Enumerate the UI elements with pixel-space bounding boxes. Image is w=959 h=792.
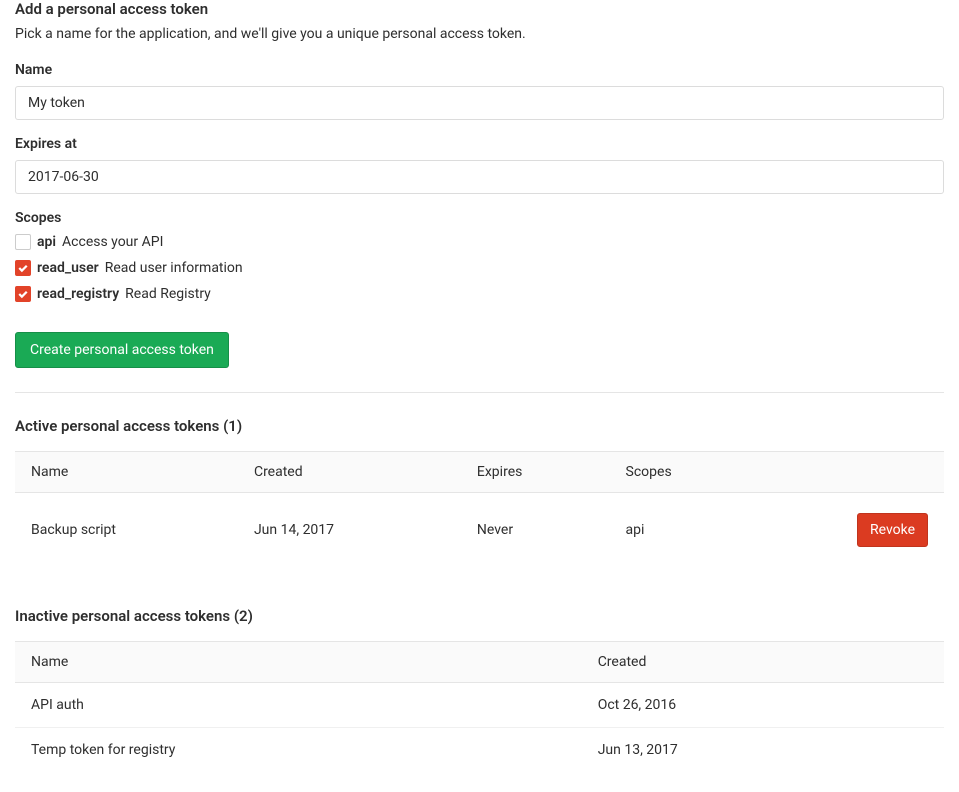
cell-name: API auth: [15, 683, 582, 728]
scope-name: read_registry: [37, 286, 119, 302]
scope-desc: Read Registry: [125, 286, 211, 302]
expires-input[interactable]: [15, 160, 944, 194]
scopes-label: Scopes: [15, 210, 944, 226]
cell-name: Backup script: [15, 493, 238, 568]
scope-desc: Access your API: [62, 234, 163, 250]
checkbox-api[interactable]: [15, 234, 31, 250]
name-input[interactable]: [15, 86, 944, 120]
form-description: Pick a name for the application, and we'…: [15, 26, 944, 42]
col-name: Name: [15, 452, 238, 493]
cell-actions: Revoke: [832, 493, 944, 568]
cell-expires: Never: [461, 493, 610, 568]
col-scopes: Scopes: [610, 452, 833, 493]
revoke-button[interactable]: Revoke: [857, 513, 928, 547]
cell-scopes: api: [610, 493, 833, 568]
name-label: Name: [15, 62, 944, 78]
divider: [15, 392, 944, 393]
table-row: Temp token for registry Jun 13, 2017: [15, 728, 944, 773]
scope-desc: Read user information: [105, 260, 243, 276]
active-tokens-table: Name Created Expires Scopes Backup scrip…: [15, 451, 944, 567]
checkbox-read-user[interactable]: [15, 260, 31, 276]
scope-name: api: [37, 234, 56, 250]
table-header-row: Name Created Expires Scopes: [15, 452, 944, 493]
col-name: Name: [15, 642, 582, 683]
cell-created: Jun 13, 2017: [582, 728, 944, 773]
table-header-row: Name Created: [15, 642, 944, 683]
expires-label: Expires at: [15, 136, 944, 152]
col-created: Created: [582, 642, 944, 683]
scope-item-api: api Access your API: [15, 234, 944, 250]
scope-item-read-user: read_user Read user information: [15, 260, 944, 276]
form-title: Add a personal access token: [15, 0, 944, 18]
inactive-tokens-table: Name Created API auth Oct 26, 2016 Temp …: [15, 641, 944, 772]
col-expires: Expires: [461, 452, 610, 493]
cell-created: Jun 14, 2017: [238, 493, 461, 568]
col-actions: [832, 452, 944, 493]
active-tokens-title: Active personal access tokens (1): [15, 417, 944, 435]
scope-name: read_user: [37, 260, 99, 276]
table-row: API auth Oct 26, 2016: [15, 683, 944, 728]
cell-name: Temp token for registry: [15, 728, 582, 773]
create-token-button[interactable]: Create personal access token: [15, 332, 229, 368]
scope-item-read-registry: read_registry Read Registry: [15, 286, 944, 302]
inactive-tokens-title: Inactive personal access tokens (2): [15, 607, 944, 625]
cell-created: Oct 26, 2016: [582, 683, 944, 728]
table-row: Backup script Jun 14, 2017 Never api Rev…: [15, 493, 944, 568]
col-created: Created: [238, 452, 461, 493]
checkbox-read-registry[interactable]: [15, 286, 31, 302]
